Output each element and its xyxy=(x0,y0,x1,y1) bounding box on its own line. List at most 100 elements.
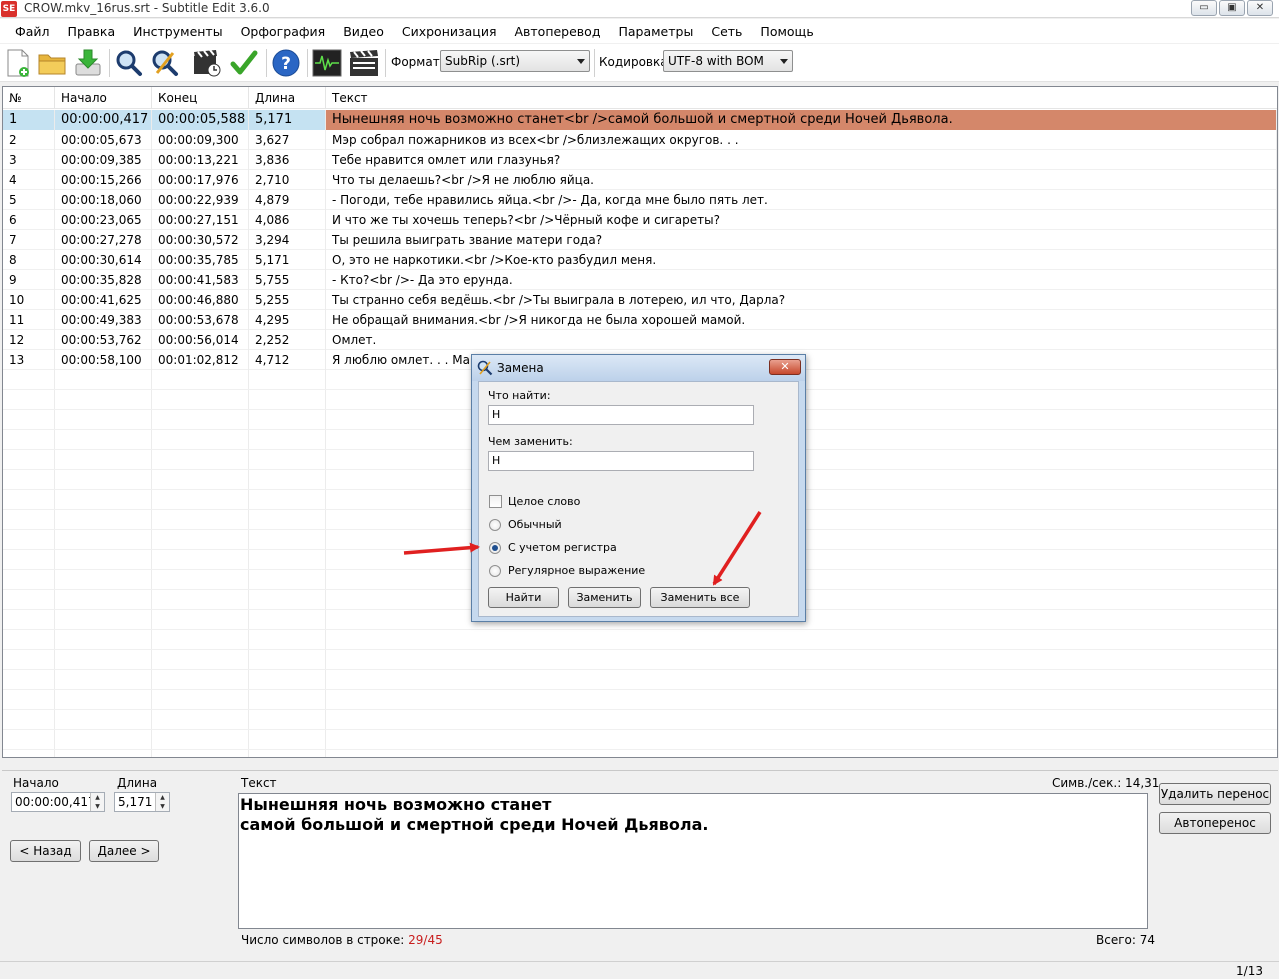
back-button[interactable]: < Назад xyxy=(10,840,81,862)
cell-end: 00:00:22,939 xyxy=(152,190,249,210)
waveform-icon[interactable] xyxy=(312,48,342,78)
table-row[interactable]: 5 00:00:18,060 00:00:22,939 4,879- Погоди, … xyxy=(3,190,1277,210)
table-row[interactable]: 8 00:00:30,614 00:00:35,785 5,171 О, это не … xyxy=(3,250,1277,270)
svg-text:?: ? xyxy=(281,54,291,74)
spin-up-icon[interactable]: ▲ xyxy=(91,793,104,802)
menu-edit[interactable]: Правка xyxy=(59,24,125,39)
new-file-icon[interactable] xyxy=(3,48,33,78)
replace-with-input[interactable]: Н xyxy=(488,451,754,471)
toolbar: ? Формат SubRip (.srt) Кодировка UTF-8 w… xyxy=(0,44,1279,82)
replace-with-input-value: Н xyxy=(492,454,501,467)
table-row[interactable]: 1 00:00:00,417 00:00:05,588 5,171 Нынешняя н… xyxy=(3,110,1277,130)
remove-line-break-button[interactable]: Удалить перенос xyxy=(1159,783,1271,805)
cell-text: Не обращай внимания.<br />Я никогда не б… xyxy=(326,310,1277,330)
table-row[interactable]: 9 00:00:35,828 00:00:41,583 5,755- Кто?<br … xyxy=(3,270,1277,290)
table-row[interactable]: 12 00:00:53,762 00:00:56,014 2,252 Омлет. xyxy=(3,330,1277,350)
empty-row xyxy=(3,710,1277,730)
auto-break-button[interactable]: Автоперенос xyxy=(1159,812,1271,834)
text-label: Текст xyxy=(241,776,277,790)
col-start-header[interactable]: Начало xyxy=(55,87,152,109)
spellcheck-icon[interactable] xyxy=(229,48,259,78)
menu-sync[interactable]: Сихронизация xyxy=(393,24,506,39)
menu-spelling[interactable]: Орфография xyxy=(232,24,335,39)
table-row[interactable]: 7 00:00:27,278 00:00:30,572 3,294 Ты решила … xyxy=(3,230,1277,250)
cell-end: 00:00:46,880 xyxy=(152,290,249,310)
find-button[interactable]: Найти xyxy=(488,587,559,608)
window-title: CROW.mkv_16rus.srt - Subtitle Edit 3.6.0 xyxy=(24,1,270,15)
cell-duration: 3,294 xyxy=(249,230,326,250)
help-icon[interactable]: ? xyxy=(271,48,301,78)
save-download-icon[interactable] xyxy=(73,48,103,78)
cell-number: 10 xyxy=(3,290,55,310)
cell-end: 00:00:09,300 xyxy=(152,130,249,150)
col-number-header[interactable]: № xyxy=(3,87,55,109)
next-button[interactable]: Далее > xyxy=(89,840,159,862)
spin-down-icon[interactable]: ▼ xyxy=(91,802,104,811)
find-input[interactable]: Н xyxy=(488,405,754,425)
menu-network[interactable]: Сеть xyxy=(702,24,751,39)
subtitle-text-editor[interactable]: Нынешняя ночь возможно станет самой боль… xyxy=(238,793,1148,929)
regex-radio[interactable] xyxy=(489,565,501,577)
duration-value: 5,171 xyxy=(118,795,153,809)
maximize-button[interactable]: ▣ xyxy=(1219,0,1245,16)
col-end-header[interactable]: Конец xyxy=(152,87,249,109)
case-sensitive-radio[interactable] xyxy=(489,542,501,554)
cell-start: 00:00:15,266 xyxy=(55,170,152,190)
table-row[interactable]: 3 00:00:09,385 00:00:13,221 3,836 Тебе нрави… xyxy=(3,150,1277,170)
table-row[interactable]: 2 00:00:05,673 00:00:09,300 3,627 Мэр собрал… xyxy=(3,130,1277,150)
cell-end: 00:00:05,588 xyxy=(152,110,249,130)
col-duration-header[interactable]: Длина xyxy=(249,87,326,109)
close-icon[interactable]: ✕ xyxy=(769,359,801,375)
col-text-header[interactable]: Текст xyxy=(326,87,1277,109)
table-row[interactable]: 11 00:00:49,383 00:00:53,678 4,295 Не обраща… xyxy=(3,310,1277,330)
app-logo: SE xyxy=(1,1,17,17)
menu-video[interactable]: Видео xyxy=(334,24,393,39)
chars-per-line-label: Число символов в строке: xyxy=(241,933,409,947)
open-folder-icon[interactable] xyxy=(37,48,67,78)
cell-text: Омлет. xyxy=(326,330,1277,350)
cell-end: 00:00:17,976 xyxy=(152,170,249,190)
regex-label: Регулярное выражение xyxy=(508,564,646,577)
replace-all-button[interactable]: Заменить все xyxy=(650,587,750,608)
menu-help[interactable]: Помощь xyxy=(751,24,822,39)
start-time-input[interactable]: 00:00:00,417 ▲ ▼ xyxy=(11,792,105,812)
spin-down-icon[interactable]: ▼ xyxy=(156,802,169,811)
visual-sync-icon[interactable] xyxy=(192,48,222,78)
format-select[interactable]: SubRip (.srt) xyxy=(440,50,590,72)
whole-word-label: Целое слово xyxy=(508,495,581,508)
video-icon[interactable] xyxy=(349,48,379,78)
replace-dialog: Замена ✕ Что найти: Н Чем заменить: Н Це… xyxy=(471,354,806,622)
whole-word-checkbox[interactable] xyxy=(489,495,502,508)
cell-text: - Кто?<br />- Да это ерунда. xyxy=(326,270,1277,290)
close-window-button[interactable]: ✕ xyxy=(1247,0,1273,16)
subtitle-text-line-2: самой большой и смертной среди Ночей Дья… xyxy=(240,815,709,834)
table-row[interactable]: 6 00:00:23,065 00:00:27,151 4,086 И что же т… xyxy=(3,210,1277,230)
cell-end: 00:00:27,151 xyxy=(152,210,249,230)
menu-options[interactable]: Параметры xyxy=(609,24,702,39)
search-icon[interactable] xyxy=(114,48,144,78)
empty-row xyxy=(3,650,1277,670)
replace-button[interactable]: Заменить xyxy=(568,587,641,608)
encoding-select[interactable]: UTF-8 with BOM xyxy=(663,50,793,72)
cell-text: - Погоди, тебе нравились яйца.<br />- Да… xyxy=(326,190,1277,210)
spin-up-icon[interactable]: ▲ xyxy=(156,793,169,802)
menu-file[interactable]: Файл xyxy=(6,24,59,39)
normal-radio[interactable] xyxy=(489,519,501,531)
chars-per-second: Симв./сек.: 14,31 xyxy=(1052,776,1160,790)
replace-icon[interactable] xyxy=(150,48,180,78)
replace-with-label: Чем заменить: xyxy=(488,435,573,448)
normal-label: Обычный xyxy=(508,518,562,531)
table-row[interactable]: 10 00:00:41,625 00:00:46,880 5,255 Ты странн… xyxy=(3,290,1277,310)
cell-number: 8 xyxy=(3,250,55,270)
cell-start: 00:00:30,614 xyxy=(55,250,152,270)
cell-duration: 4,879 xyxy=(249,190,326,210)
table-row[interactable]: 4 00:00:15,266 00:00:17,976 2,710 Что ты дел… xyxy=(3,170,1277,190)
duration-input[interactable]: 5,171 ▲ ▼ xyxy=(114,792,170,812)
empty-row xyxy=(3,750,1277,757)
dialog-title-bar[interactable]: Замена ✕ xyxy=(472,355,805,381)
menu-tools[interactable]: Инструменты xyxy=(124,24,231,39)
minimize-button[interactable]: ▭ xyxy=(1191,0,1217,16)
menu-autotranslate[interactable]: Автоперевод xyxy=(505,24,609,39)
cell-text: Ты решила выиграть звание матери года? xyxy=(326,230,1277,250)
cell-end: 00:00:41,583 xyxy=(152,270,249,290)
